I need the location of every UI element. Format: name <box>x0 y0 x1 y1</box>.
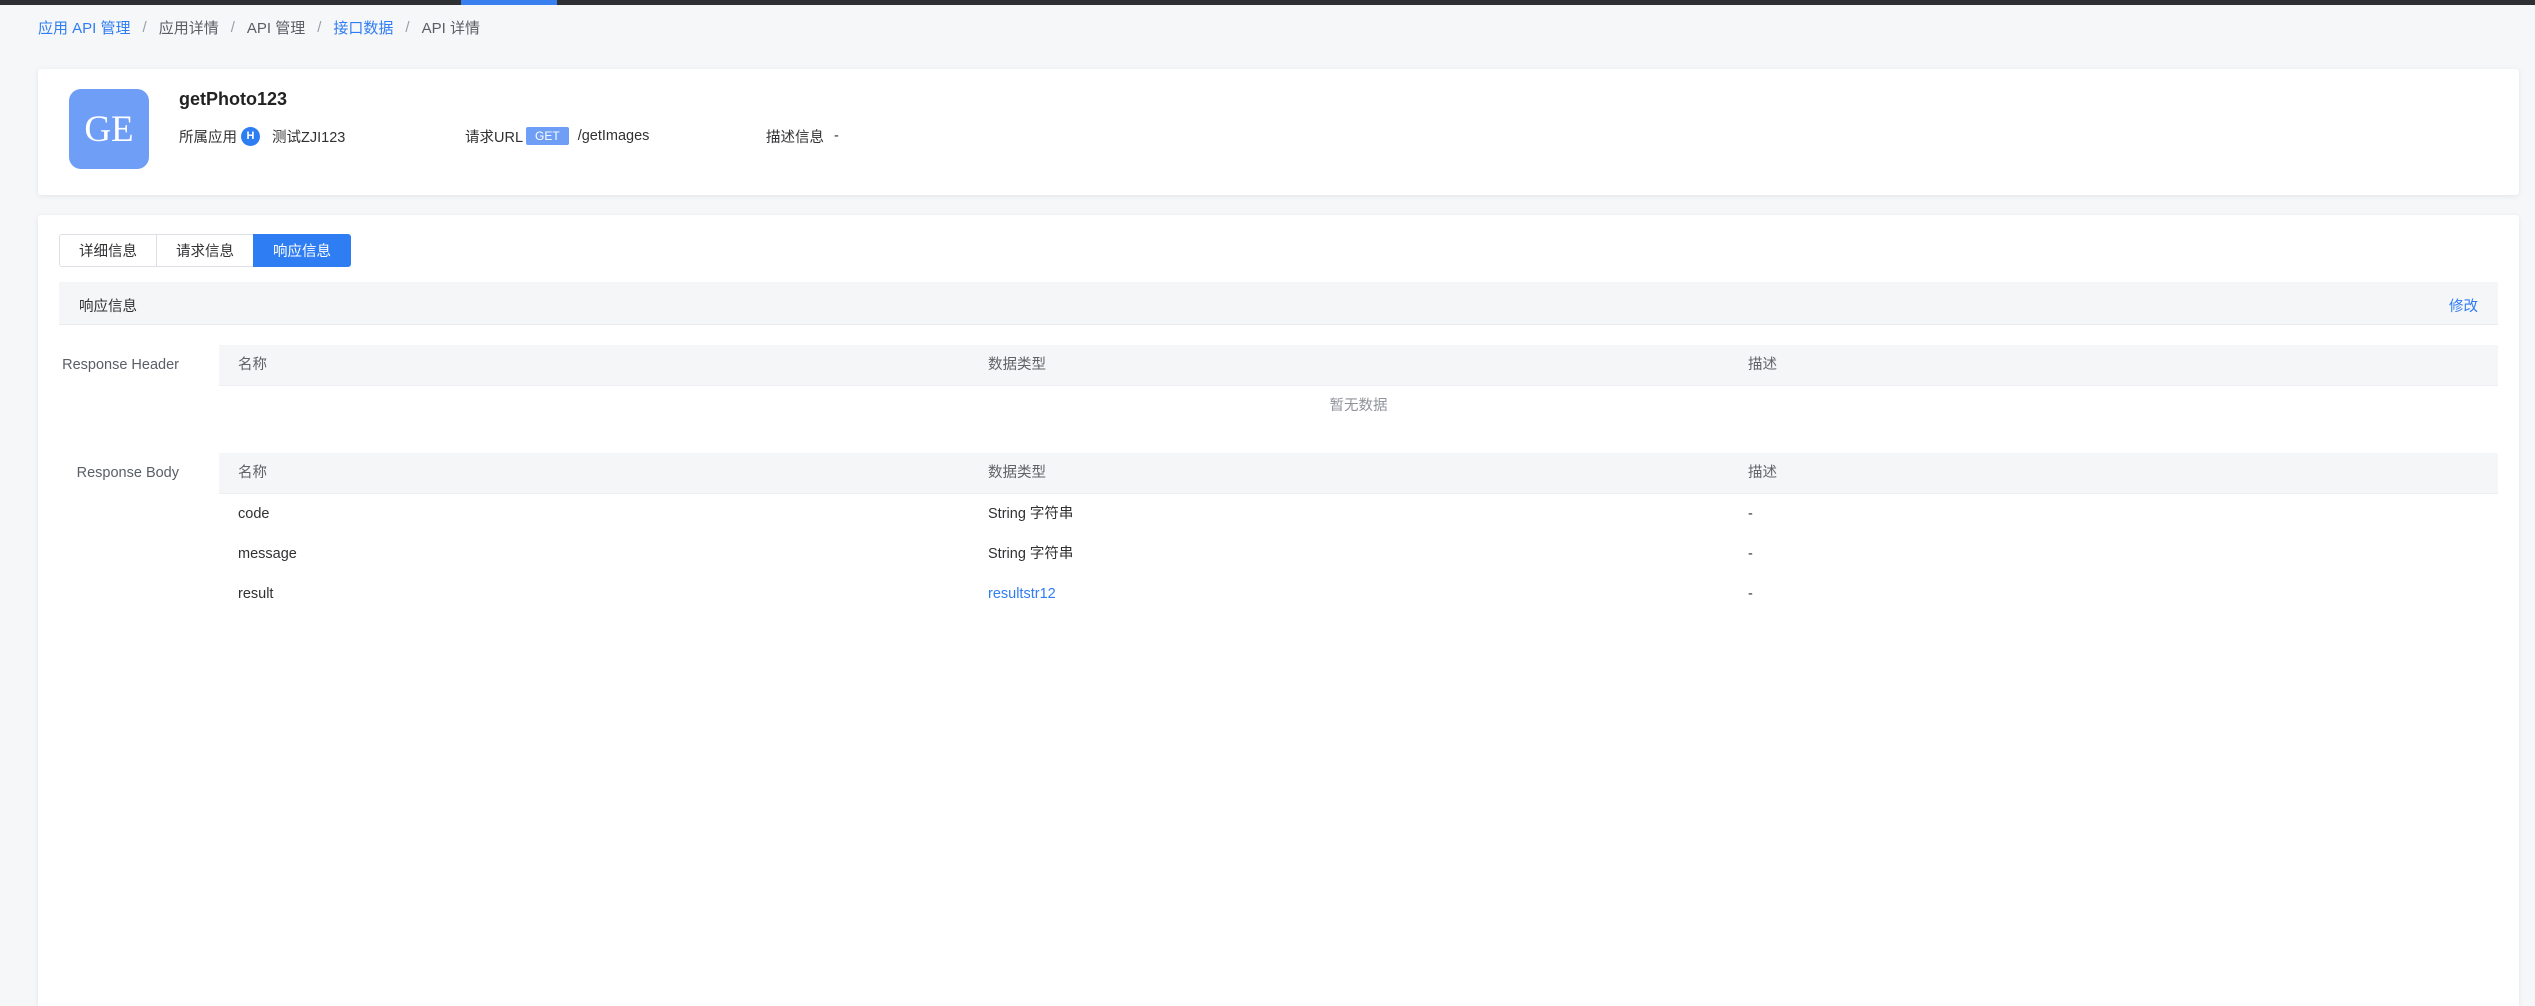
breadcrumb-separator: / <box>405 18 410 36</box>
breadcrumb-separator: / <box>142 18 147 36</box>
field-type: String 字符串 <box>988 506 1074 522</box>
tab-detail-info[interactable]: 详细信息 <box>59 234 157 267</box>
table-header: 名称 数据类型 描述 <box>219 453 2498 494</box>
desc-label: 描述信息 <box>766 129 824 146</box>
table-header: 名称 数据类型 描述 <box>219 345 2498 386</box>
top-bar <box>0 0 2535 5</box>
app-name: 测试ZJI123 <box>272 129 346 146</box>
response-header-table: 名称 数据类型 描述 暂无数据 <box>219 345 2498 426</box>
field-desc: - <box>1748 506 1753 522</box>
api-app-info: 所属应用 H 测试ZJI123 <box>179 125 345 147</box>
breadcrumb-separator: / <box>230 18 235 36</box>
breadcrumb-api-management: API 管理 <box>246 19 306 37</box>
url-path: /getImages <box>577 128 650 144</box>
api-summary-card: GE getPhoto123 所属应用 H 测试ZJI123 请求URL GET… <box>38 69 2519 195</box>
desc-value: - <box>834 128 839 144</box>
field-name: message <box>238 546 297 562</box>
breadcrumb-api-detail: API 详情 <box>421 19 480 37</box>
tab-response-info[interactable]: 响应信息 <box>253 234 351 267</box>
api-desc-info: 描述信息 - <box>766 125 839 147</box>
table-row: message String 字符串 - <box>219 534 2498 574</box>
empty-placeholder: 暂无数据 <box>1329 398 1388 414</box>
response-body-table: 名称 数据类型 描述 code String 字符串 - message Str… <box>219 453 2498 614</box>
field-desc: - <box>1748 546 1753 562</box>
column-name: 名称 <box>238 465 267 481</box>
api-avatar: GE <box>69 89 149 169</box>
api-detail-card: 详细信息 请求信息 响应信息 响应信息 修改 Response Header 名… <box>38 215 2519 1006</box>
column-desc: 描述 <box>1748 357 1777 373</box>
column-desc: 描述 <box>1748 465 1777 481</box>
detail-tabs: 详细信息 请求信息 响应信息 <box>59 234 351 267</box>
field-name: code <box>238 506 270 522</box>
app-badge: H <box>241 126 260 146</box>
app-label: 所属应用 <box>179 129 237 146</box>
method-tag: GET <box>526 127 569 145</box>
url-label: 请求URL <box>465 129 524 146</box>
table-row: code String 字符串 - <box>219 494 2498 534</box>
edit-button[interactable]: 修改 <box>2449 295 2478 316</box>
section-header: 响应信息 修改 <box>59 282 2498 325</box>
api-url-info: 请求URL GET /getImages <box>465 125 649 147</box>
breadcrumb: 应用 API 管理 / 应用详情 / API 管理 / 接口数据 / API 详… <box>38 17 480 37</box>
breadcrumb-app-detail: 应用详情 <box>158 19 219 37</box>
top-bar-progress <box>461 0 557 5</box>
tab-request-info[interactable]: 请求信息 <box>156 234 254 267</box>
column-type: 数据类型 <box>988 357 1046 373</box>
section-title: 响应信息 <box>79 299 137 315</box>
field-type: String 字符串 <box>988 546 1074 562</box>
response-body-label: Response Body <box>76 465 179 481</box>
breadcrumb-interface-data[interactable]: 接口数据 <box>333 17 393 38</box>
field-name: result <box>238 586 274 602</box>
breadcrumb-app-api-management[interactable]: 应用 API 管理 <box>38 17 131 38</box>
breadcrumb-separator: / <box>317 18 322 36</box>
field-type-link[interactable]: resultstr12 <box>988 574 1056 614</box>
api-name: getPhoto123 <box>179 89 288 109</box>
table-row: result resultstr12 - <box>219 574 2498 614</box>
response-header-label: Response Header <box>62 357 179 373</box>
column-type: 数据类型 <box>988 465 1046 481</box>
column-name: 名称 <box>238 357 267 373</box>
field-desc: - <box>1748 586 1753 602</box>
